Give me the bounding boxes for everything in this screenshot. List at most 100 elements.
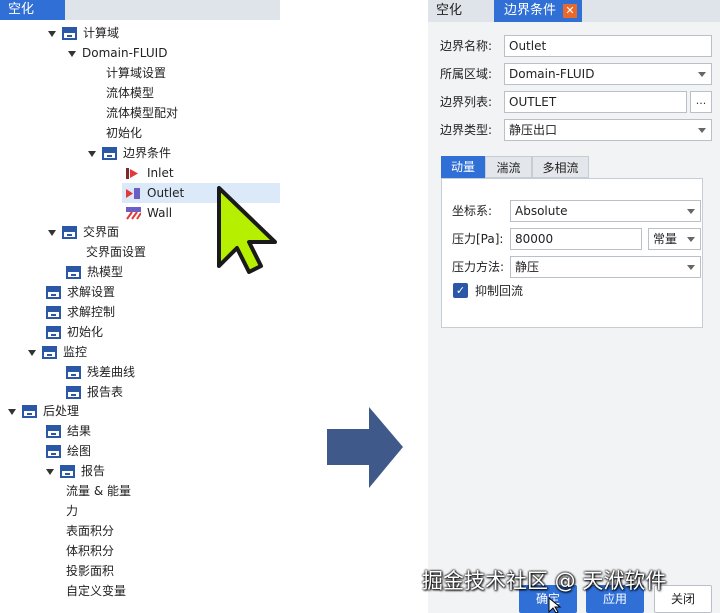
boundary-type-select[interactable]: 静压出口 [504, 119, 712, 141]
tab-cavitation[interactable]: 空化 [0, 0, 65, 20]
tree-item-label: 交界面 [83, 225, 120, 239]
tree-item-label: 边界条件 [123, 146, 172, 160]
tree-item[interactable]: 监控 [28, 342, 87, 362]
tree-item[interactable]: 初始化 [46, 322, 103, 342]
tree-item[interactable]: 边界条件 [88, 143, 171, 163]
tree-item[interactable]: Inlet [126, 163, 174, 183]
tree-item-label: 残差曲线 [87, 365, 136, 379]
tree-item-label: 结果 [67, 424, 92, 438]
tree-item[interactable]: 计算域设置 [106, 63, 166, 83]
right-tab-bar: 空化 边界条件 ✕ [428, 0, 720, 22]
inlet-boundary-icon [126, 168, 138, 179]
tree-item[interactable]: 力 [66, 501, 78, 521]
tab-boundary-conditions[interactable]: 边界条件 ✕ [494, 0, 582, 22]
tree-item[interactable]: 计算域 [48, 23, 119, 43]
tree-item-label: 求解设置 [67, 285, 116, 299]
region-value: Domain-FLUID [509, 67, 595, 81]
tab-cavitation[interactable]: 空化 [428, 0, 491, 22]
boundary-properties-panel: 空化 边界条件 ✕ 边界名称: Outlet 所属区域: Domain-FLUI… [428, 0, 720, 613]
tab-multiphase[interactable]: 多相流 [532, 156, 589, 178]
tab-turbulence[interactable]: 湍流 [485, 156, 532, 178]
chevron-down-icon [698, 128, 706, 133]
close-icon[interactable]: ✕ [563, 4, 577, 18]
expand-arrow-icon[interactable] [28, 349, 36, 356]
tree-item-label: Inlet [147, 166, 174, 180]
tree-item-label: 求解控制 [67, 305, 116, 319]
expand-arrow-icon[interactable] [46, 468, 54, 475]
folder-icon [66, 366, 81, 379]
tree-item[interactable]: 体积积分 [66, 541, 114, 561]
pressure-mode-value: 常量 [653, 232, 678, 246]
boundary-list-input[interactable]: OUTLET [504, 91, 687, 113]
pressure-method-select[interactable]: 静压 [510, 256, 701, 278]
tree-item-label: 后处理 [43, 404, 80, 418]
chevron-down-icon [687, 265, 695, 270]
folder-icon [46, 326, 61, 339]
tree-item[interactable]: 流体模型配对 [106, 103, 178, 123]
boundary-name-input[interactable]: Outlet [504, 35, 712, 57]
coordinate-system-value: Absolute [515, 204, 568, 218]
tree-item[interactable]: 表面积分 [66, 521, 114, 541]
folder-icon [66, 266, 81, 279]
tree-item-label: Domain-FLUID [82, 46, 168, 60]
folder-icon [46, 445, 61, 458]
tree-item-label: 计算域设置 [106, 66, 167, 80]
tree-item[interactable]: 结果 [46, 421, 91, 441]
tree-item[interactable]: 投影面积 [66, 561, 114, 581]
suppress-backflow-label: 抑制回流 [475, 284, 524, 298]
tree-item[interactable]: 后处理 [8, 401, 79, 421]
expand-arrow-icon[interactable] [88, 150, 96, 157]
tree-item-label: 监控 [63, 345, 88, 359]
tree-item[interactable]: Wall [126, 203, 172, 223]
suppress-backflow-checkbox[interactable]: ✓ [453, 283, 468, 298]
tree-item-label: 表面积分 [66, 524, 115, 538]
pressure-mode-select[interactable]: 常量 [648, 228, 701, 250]
folder-icon [66, 386, 81, 399]
boundary-list-label: 边界列表: [440, 95, 493, 109]
tree-item-label: 绘图 [67, 444, 92, 458]
tree-item[interactable]: 初始化 [106, 123, 142, 143]
boundary-type-value: 静压出口 [509, 123, 558, 137]
cursor-arrow-icon [548, 597, 562, 613]
folder-icon [62, 27, 77, 40]
expand-arrow-icon[interactable] [8, 408, 16, 415]
chevron-down-icon [687, 237, 695, 242]
folder-icon [62, 226, 77, 239]
tree-item-label: 计算域 [83, 26, 120, 40]
tree-item-label: 热模型 [87, 265, 124, 279]
cursor-arrow-icon [217, 186, 277, 274]
tree-item-label: 报告 [81, 464, 106, 478]
pressure-input[interactable]: 80000 [510, 228, 642, 250]
tree-item-label: 初始化 [67, 325, 104, 339]
tree-item[interactable]: 报告 [46, 461, 105, 481]
tree-item-label: 投影面积 [66, 564, 115, 578]
expand-arrow-icon[interactable] [48, 229, 56, 236]
tree-item[interactable]: 自定义变量 [66, 581, 126, 601]
pressure-label: 压力[Pa]: [452, 232, 504, 246]
tree-item[interactable]: 求解控制 [46, 302, 115, 322]
tree-item[interactable]: 求解设置 [46, 282, 115, 302]
watermark: 掘金技术社区 @ 天洑软件 [422, 569, 667, 593]
expand-arrow-icon[interactable] [68, 50, 76, 57]
tab-momentum[interactable]: 动量 [441, 156, 485, 178]
outlet-boundary-icon [126, 188, 140, 199]
tree-item[interactable]: 流体模型 [106, 83, 154, 103]
tree-item[interactable]: 流量 & 能量 [66, 481, 131, 501]
tree-item-label: Outlet [147, 186, 185, 200]
folder-icon [46, 286, 61, 299]
tree-item[interactable]: 热模型 [66, 262, 123, 282]
pressure-method-label: 压力方法: [452, 260, 505, 274]
tree-item-label: 报告表 [87, 385, 124, 399]
browse-button[interactable]: ... [690, 91, 712, 113]
tree-item-label: 流体模型配对 [106, 106, 179, 120]
region-select[interactable]: Domain-FLUID [504, 63, 712, 85]
tree-item[interactable]: 交界面 [48, 222, 119, 242]
tree-item[interactable]: 残差曲线 [66, 362, 135, 382]
tree-item[interactable]: Domain-FLUID [68, 43, 167, 63]
coordinate-system-select[interactable]: Absolute [510, 200, 701, 222]
tree-item[interactable]: 报告表 [66, 382, 123, 402]
expand-arrow-icon[interactable] [48, 30, 56, 37]
tree-item[interactable]: 交界面设置 [86, 242, 146, 262]
tree-item[interactable]: 绘图 [46, 441, 91, 461]
pressure-method-value: 静压 [515, 260, 540, 274]
